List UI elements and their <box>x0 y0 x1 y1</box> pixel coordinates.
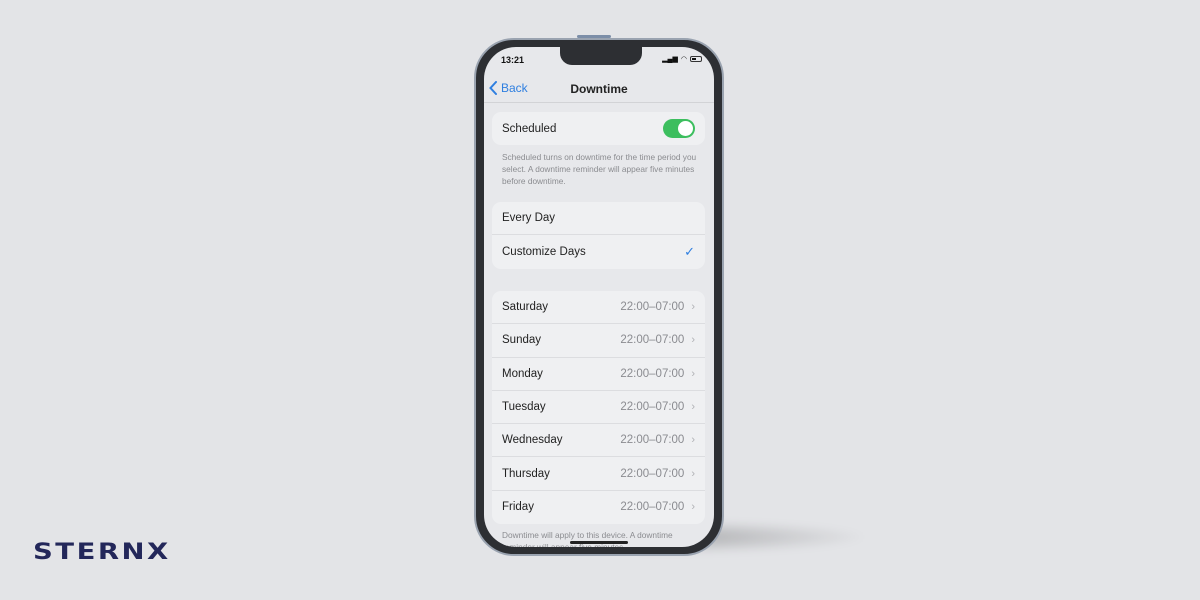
option-every-day[interactable]: Every Day <box>492 202 705 236</box>
days-mode-card: Every Day Customize Days ✓ <box>492 202 705 269</box>
speaker <box>577 35 611 38</box>
day-row-saturday[interactable]: Saturday 22:00–07:00 › <box>492 291 705 325</box>
day-row-sunday[interactable]: Sunday 22:00–07:00 › <box>492 324 705 358</box>
day-label: Tuesday <box>502 401 546 414</box>
option-label: Customize Days <box>502 245 586 258</box>
day-time: 22:00–07:00 <box>620 501 685 514</box>
phone-frame: 13:21 ▂▄▆ ◠ Downtime Back Scheduled Sche… <box>474 35 724 556</box>
nav-bar: Downtime Back <box>484 77 714 103</box>
home-indicator[interactable] <box>570 541 628 544</box>
chevron-right-icon: › <box>691 434 695 447</box>
option-customize-days[interactable]: Customize Days ✓ <box>492 235 705 268</box>
signal-icon: ▂▄▆ <box>662 56 678 63</box>
screen: 13:21 ▂▄▆ ◠ Downtime Back Scheduled Sche… <box>484 47 714 547</box>
scheduled-label: Scheduled <box>502 122 557 135</box>
bottom-footer: Downtime will apply to this device. A do… <box>502 530 673 547</box>
back-label: Back <box>501 81 528 95</box>
status-time: 13:21 <box>501 55 525 65</box>
chevron-right-icon: › <box>691 301 695 314</box>
scheduled-toggle[interactable] <box>663 119 695 139</box>
day-label: Monday <box>502 367 543 380</box>
chevron-right-icon: › <box>691 501 695 514</box>
option-label: Every Day <box>502 212 556 225</box>
day-row-wednesday[interactable]: Wednesday 22:00–07:00 › <box>492 424 705 458</box>
day-row-thursday[interactable]: Thursday 22:00–07:00 › <box>492 457 705 491</box>
wifi-icon: ◠ <box>680 56 687 63</box>
battery-icon <box>690 56 702 62</box>
back-button[interactable]: Back <box>489 81 528 95</box>
checkmark-icon: ✓ <box>684 243 695 259</box>
day-time: 22:00–07:00 <box>620 401 685 414</box>
chevron-right-icon: › <box>691 401 695 414</box>
status-icons: ▂▄▆ ◠ <box>662 55 702 63</box>
scheduled-footer: Scheduled turns on downtime for the time… <box>502 152 697 186</box>
day-time: 22:00–07:00 <box>620 467 685 480</box>
scheduled-row: Scheduled <box>492 112 705 145</box>
day-row-monday[interactable]: Monday 22:00–07:00 › <box>492 358 705 391</box>
day-label: Wednesday <box>502 434 563 447</box>
day-time: 22:00–07:00 <box>620 334 685 347</box>
day-label: Sunday <box>502 334 542 347</box>
notch <box>560 47 642 65</box>
day-row-tuesday[interactable]: Tuesday 22:00–07:00 › <box>492 391 705 425</box>
sternx-logo: STERNX <box>33 540 171 565</box>
day-row-friday[interactable]: Friday 22:00–07:00 › <box>492 491 705 524</box>
day-label: Thursday <box>502 467 550 480</box>
chevron-right-icon: › <box>691 467 695 480</box>
days-card: Saturday 22:00–07:00 › Sunday 22:00–07:00 › … <box>492 291 705 525</box>
day-time: 22:00–07:00 <box>620 367 685 380</box>
day-label: Saturday <box>502 301 549 314</box>
day-time: 22:00–07:00 <box>620 301 685 314</box>
chevron-left-icon <box>489 81 497 95</box>
day-label: Friday <box>502 501 534 514</box>
day-time: 22:00–07:00 <box>620 434 685 447</box>
chevron-right-icon: › <box>691 367 695 380</box>
scheduled-card: Scheduled <box>492 112 705 146</box>
chevron-right-icon: › <box>691 334 695 347</box>
